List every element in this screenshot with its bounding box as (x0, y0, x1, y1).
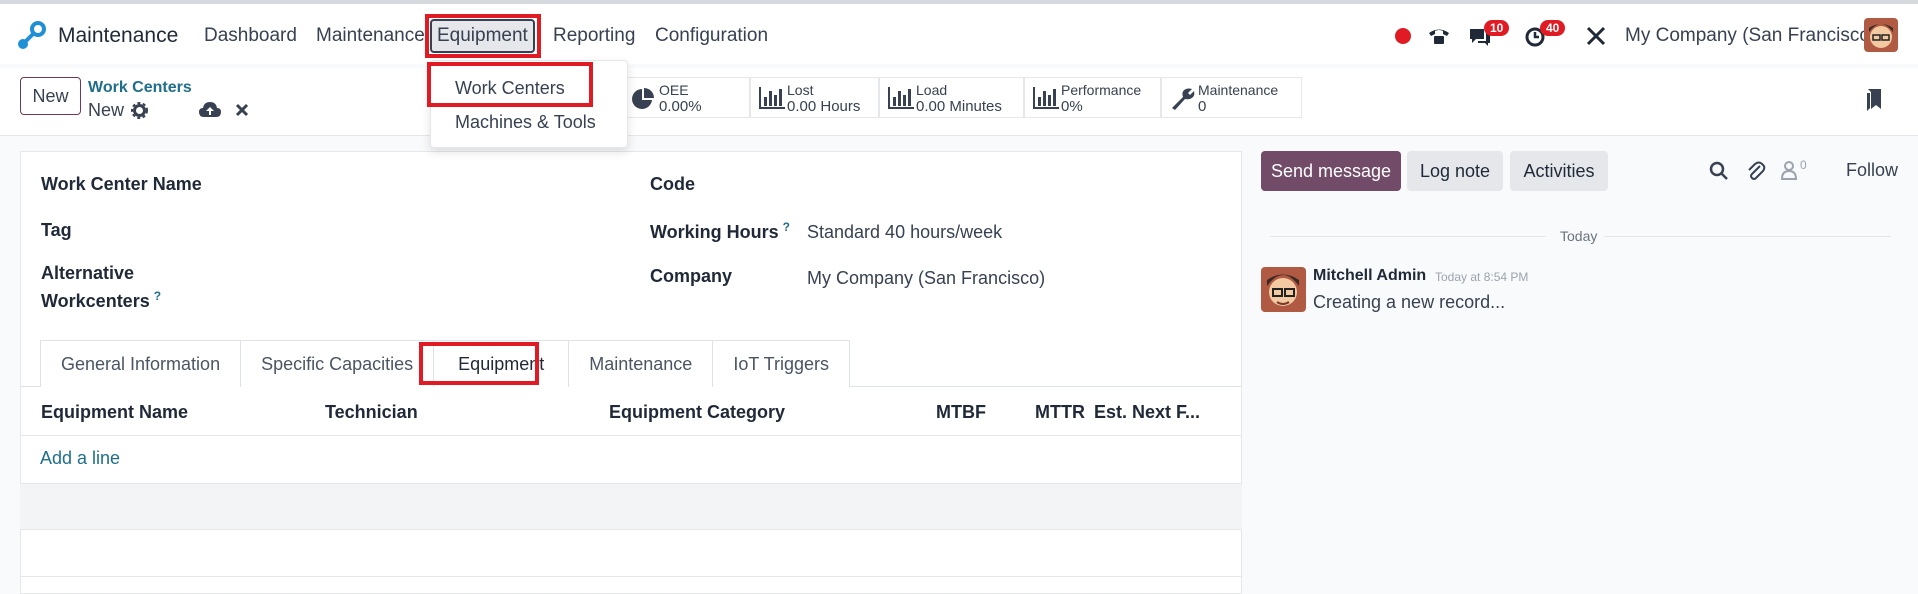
app-name[interactable]: Maintenance (58, 24, 178, 48)
stat-load-label: Load (916, 82, 948, 98)
messages-badge: 10 (1484, 20, 1510, 36)
table-row (20, 529, 1242, 530)
stat-lost[interactable]: Lost 0.00 Hours (750, 77, 879, 118)
stat-performance-value: 0% (1061, 98, 1083, 115)
message-author-avatar[interactable] (1261, 267, 1306, 312)
top-navbar: Maintenance Dashboard Maintenance Equipm… (0, 4, 1918, 64)
alternative-workcenters-label-line1: Alternative (41, 263, 135, 283)
message-timestamp: Today at 8:54 PM (1435, 270, 1529, 284)
followers-icon[interactable] (1781, 160, 1797, 180)
tab-maintenance[interactable]: Maintenance (568, 340, 714, 387)
record-status-dot[interactable] (1395, 28, 1411, 44)
bookmark-icon[interactable] (1865, 89, 1881, 111)
tools-icon[interactable] (1585, 25, 1607, 47)
message-body: Creating a new record... (1313, 292, 1506, 312)
menu-configuration[interactable]: Configuration (650, 19, 773, 53)
company-label: Company (650, 266, 733, 286)
log-note-button[interactable]: Log note (1407, 151, 1503, 191)
paperclip-icon[interactable] (1746, 160, 1766, 182)
stat-oee-label: OEE (659, 82, 689, 98)
date-divider-left (1270, 236, 1546, 237)
help-tooltip-icon[interactable]: ? (783, 220, 790, 234)
working-hours-label: Working Hours? (650, 220, 790, 243)
column-mttr[interactable]: MTTR (1035, 402, 1085, 423)
alternative-workcenters-label: Workcenters? (41, 289, 161, 312)
add-a-line-link[interactable]: Add a line (40, 448, 120, 469)
table-row (20, 483, 1242, 529)
stat-oee-value: 0.00% (659, 98, 702, 115)
bar-chart-icon (1033, 87, 1059, 109)
tab-specific-capacities[interactable]: Specific Capacities (240, 340, 435, 387)
date-divider-right (1604, 236, 1891, 237)
table-header-divider (20, 435, 1242, 436)
column-est-next-failure[interactable]: Est. Next F... (1094, 402, 1200, 423)
gear-icon[interactable] (131, 102, 148, 119)
menu-dashboard[interactable]: Dashboard (199, 19, 302, 53)
discard-x-icon[interactable] (235, 103, 249, 117)
stat-lost-label: Lost (787, 82, 814, 98)
company-field[interactable]: My Company (San Francisco) (807, 268, 1045, 289)
bar-chart-icon (759, 87, 785, 109)
menu-reporting[interactable]: Reporting (548, 19, 640, 53)
stat-maintenance-label: Maintenance (1198, 82, 1279, 98)
record-name: New (88, 100, 124, 121)
tab-iot-triggers[interactable]: IoT Triggers (712, 340, 851, 387)
column-equipment-name[interactable]: Equipment Name (41, 402, 188, 423)
tab-general-information[interactable]: General Information (40, 340, 242, 387)
send-message-button[interactable]: Send message (1261, 151, 1401, 191)
table-row (20, 576, 1242, 577)
stat-load-value: 0.00 Minutes (916, 98, 1002, 115)
message-author[interactable]: Mitchell Admin (1313, 267, 1426, 285)
pie-chart-icon (632, 88, 654, 109)
phone-icon[interactable] (1427, 26, 1451, 46)
company-switcher[interactable]: My Company (San Francisco) (1625, 25, 1876, 47)
stat-lost-value: 0.00 Hours (787, 98, 861, 115)
help-tooltip-icon[interactable]: ? (154, 289, 161, 303)
stat-maintenance-value: 0 (1198, 98, 1207, 115)
maintenance-app-icon[interactable] (16, 21, 46, 51)
working-hours-field[interactable]: Standard 40 hours/week (807, 222, 1002, 243)
stat-load[interactable]: Load 0.00 Minutes (879, 77, 1024, 118)
followers-count: 0 (1800, 158, 1807, 172)
alternative-workcenters-label-line2: Workcenters (41, 291, 150, 311)
wrench-icon (1172, 88, 1195, 110)
menu-maintenance[interactable]: Maintenance (311, 19, 430, 53)
save-cloud-icon[interactable] (199, 101, 221, 118)
stat-performance-label: Performance (1061, 82, 1142, 98)
highlight-equipment-menu (425, 14, 541, 58)
code-label: Code (650, 174, 695, 194)
stat-maintenance[interactable]: Maintenance 0 (1161, 77, 1302, 118)
date-separator: Today (1560, 228, 1598, 244)
record-name-text: New (88, 100, 125, 120)
tag-label: Tag (41, 220, 72, 240)
work-center-name-label: Work Center Name (41, 174, 202, 194)
highlight-equipment-tab (419, 342, 539, 385)
new-button[interactable]: New (20, 77, 81, 115)
user-avatar[interactable] (1864, 18, 1898, 52)
highlight-work-centers-item (427, 62, 593, 107)
dropdown-item-machines-tools[interactable]: Machines & Tools (455, 112, 596, 133)
follow-button[interactable]: Follow (1846, 160, 1898, 181)
stat-oee[interactable]: OEE 0.00% (622, 77, 750, 118)
search-icon[interactable] (1709, 161, 1729, 181)
working-hours-label-text: Working Hours (650, 222, 779, 242)
column-mtbf[interactable]: MTBF (936, 402, 986, 423)
column-equipment-category[interactable]: Equipment Category (609, 402, 785, 423)
activities-badge: 40 (1540, 20, 1566, 36)
column-technician[interactable]: Technician (325, 402, 418, 423)
activities-button[interactable]: Activities (1510, 151, 1608, 191)
bar-chart-icon (888, 87, 914, 109)
breadcrumb-work-centers[interactable]: Work Centers (88, 79, 192, 97)
stat-performance[interactable]: Performance 0% (1024, 77, 1161, 118)
